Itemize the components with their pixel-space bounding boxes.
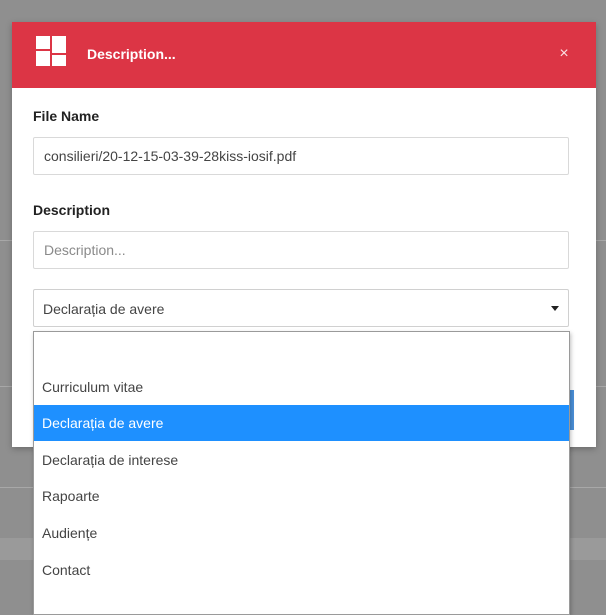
dropdown-option-selected[interactable]: Declarația de avere bbox=[34, 405, 569, 441]
category-dropdown-list: Curriculum vitae Declarația de avere Dec… bbox=[33, 331, 570, 615]
category-select[interactable]: Declarația de avere bbox=[33, 289, 569, 327]
modal-header: Description... × bbox=[12, 22, 596, 88]
file-name-label: File Name bbox=[33, 108, 100, 124]
description-label: Description bbox=[33, 202, 111, 218]
dropdown-option-empty[interactable] bbox=[34, 332, 569, 368]
category-select-value: Declarația de avere bbox=[43, 301, 165, 317]
modal-title: Description... bbox=[87, 46, 176, 62]
dropdown-option[interactable]: Declarația de interese bbox=[34, 442, 569, 478]
close-icon[interactable]: × bbox=[556, 46, 572, 62]
file-name-field[interactable] bbox=[33, 137, 569, 175]
description-input[interactable] bbox=[33, 231, 569, 269]
dropdown-option[interactable]: Audiențe bbox=[34, 515, 569, 551]
dropdown-option[interactable]: Rapoarte bbox=[34, 478, 569, 514]
dropdown-option[interactable]: Contact bbox=[34, 552, 569, 588]
chevron-down-icon bbox=[551, 306, 559, 311]
app-logo-icon bbox=[36, 36, 66, 66]
dropdown-option[interactable]: Curriculum vitae bbox=[34, 369, 569, 405]
